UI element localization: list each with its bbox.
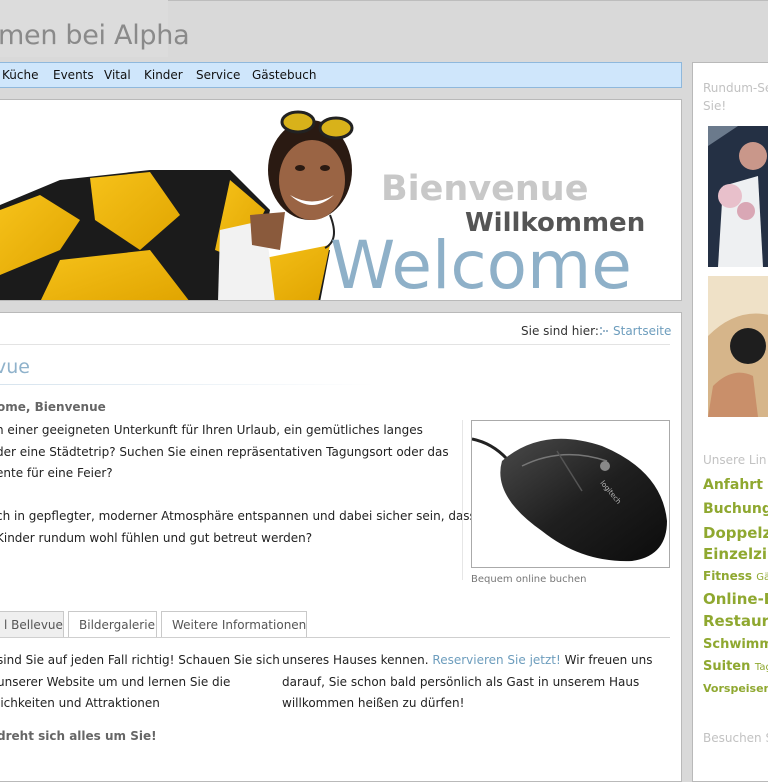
nav-item-events[interactable]: Events: [53, 68, 94, 82]
sidebar-heading-links: Unsere Lin: [703, 453, 767, 467]
tab-text-line-right: willkommen heißen zu dürfen!: [282, 696, 464, 710]
sidebar-link-restaurant[interactable]: Restaura: [703, 612, 768, 630]
sidebar-heading-visit: Besuchen S: [703, 731, 768, 745]
spa-photo[interactable]: [708, 276, 768, 417]
breadcrumb-home-link[interactable]: Startseite: [613, 324, 671, 338]
tab-weitere-informationen[interactable]: Weitere Informationen: [161, 611, 307, 637]
image-caption: Bequem online buchen: [471, 574, 586, 585]
hero-word-welcome: Welcome: [330, 227, 632, 301]
nav-item-vital[interactable]: Vital: [104, 68, 131, 82]
intro-line: ch in gepflegter, moderner Atmosphäre en…: [0, 509, 476, 523]
breadcrumb-label: Sie sind hier:: [521, 324, 599, 338]
booking-image[interactable]: logitech: [471, 420, 670, 568]
nav-item-kinder[interactable]: Kinder: [144, 68, 183, 82]
sidebar-link-label: Suiten: [703, 659, 750, 674]
sidebar-link-doppelzimmer[interactable]: Doppelzin: [703, 524, 768, 542]
tab-text-fragment: unseres Hauses kennen.: [282, 653, 432, 667]
sidebar-link-vorspeisen[interactable]: Vorspeisen: [703, 682, 768, 695]
sidebar-heading-service: Rundum-Se: [703, 81, 768, 95]
right-sidebar: Rundum-Se Sie! Unsere Lin Anfahrt Ba Buc…: [692, 62, 768, 782]
breadcrumb-bullet-icon: [600, 327, 609, 336]
main-navigation: Küche Events Vital Kinder Service Gästeb…: [0, 62, 682, 88]
computer-mouse-image: logitech: [472, 421, 669, 567]
intro-line: n einer geeigneten Unterkunft für Ihren …: [0, 423, 423, 437]
hero-image: Bienvenue Willkommen Welcome: [0, 100, 682, 301]
tab-text-line: sind Sie auf jeden Fall richtig! Schauen…: [0, 653, 280, 667]
sidebar-link-online-buchung[interactable]: Online-Bu: [703, 590, 768, 608]
sidebar-heading-service-cont: Sie!: [703, 99, 726, 113]
tab-bildergalerie[interactable]: Bildergalerie: [68, 611, 157, 637]
nav-item-kueche[interactable]: Küche: [2, 68, 38, 82]
sidebar-link-fitness[interactable]: Fitness Gäste: [703, 569, 768, 583]
tab-hotel-bellevue[interactable]: l Bellevue: [0, 611, 64, 637]
sidebar-link-label: Fitness: [703, 569, 752, 583]
tab-text-line: lichkeiten und Attraktionen: [0, 696, 160, 710]
sidebar-link-schwimmbad[interactable]: Schwimmb: [703, 637, 768, 652]
sidebar-link-suiten[interactable]: Suiten Tag: [703, 659, 768, 674]
title-underline: [0, 384, 375, 385]
welcome-subheading: ome, Bienvenue: [0, 400, 106, 414]
main-content: Sie sind hier: Startseite vue ome, Bienv…: [0, 312, 682, 782]
sidebar-link-sub: Gäste: [756, 572, 768, 583]
tab-text-line-right: darauf, Sie schon bald persönlich als Ga…: [282, 675, 639, 689]
page-title: vue: [0, 356, 30, 378]
sidebar-link-label: Anfahrt: [703, 477, 763, 493]
tab-text-fragment: Wir freuen uns: [561, 653, 653, 667]
breadcrumb-divider: [0, 344, 670, 345]
tab-text-line-right: unseres Hauses kennen. Reservieren Sie j…: [282, 653, 652, 667]
hero-word-bienvenue: Bienvenue: [381, 169, 588, 209]
logo-area[interactable]: men bei Alpha: [0, 0, 168, 57]
tab-divider: [0, 637, 670, 638]
sidebar-link-anfahrt[interactable]: Anfahrt Ba: [703, 477, 768, 493]
intro-line: Kinder rundum wohl fühlen und gut betreu…: [0, 531, 312, 545]
site-logo-text: men bei Alpha: [0, 20, 189, 51]
intro-line: der eine Städtetrip? Suchen Sie einen re…: [0, 445, 449, 459]
sidebar-link-sub: Tag: [755, 662, 768, 673]
wedding-photo[interactable]: [708, 126, 768, 267]
reserve-now-link[interactable]: Reservieren Sie jetzt!: [432, 653, 560, 667]
hero-banner: Bienvenue Willkommen Welcome: [0, 99, 682, 301]
sidebar-link-buchung[interactable]: Buchung O: [703, 501, 768, 517]
tab-tagline: dreht sich alles um Sie!: [0, 729, 157, 743]
intro-line: ente für eine Feier?: [0, 466, 113, 480]
nav-item-gaestebuch[interactable]: Gästebuch: [252, 68, 316, 82]
image-separator: [462, 420, 463, 580]
tab-text-line: unserer Website um und lernen Sie die: [0, 675, 230, 689]
sidebar-link-einzelzimmer[interactable]: Einzelzimm: [703, 545, 768, 563]
spa-image: [708, 276, 768, 417]
wedding-image: [708, 126, 768, 267]
nav-item-service[interactable]: Service: [196, 68, 240, 82]
